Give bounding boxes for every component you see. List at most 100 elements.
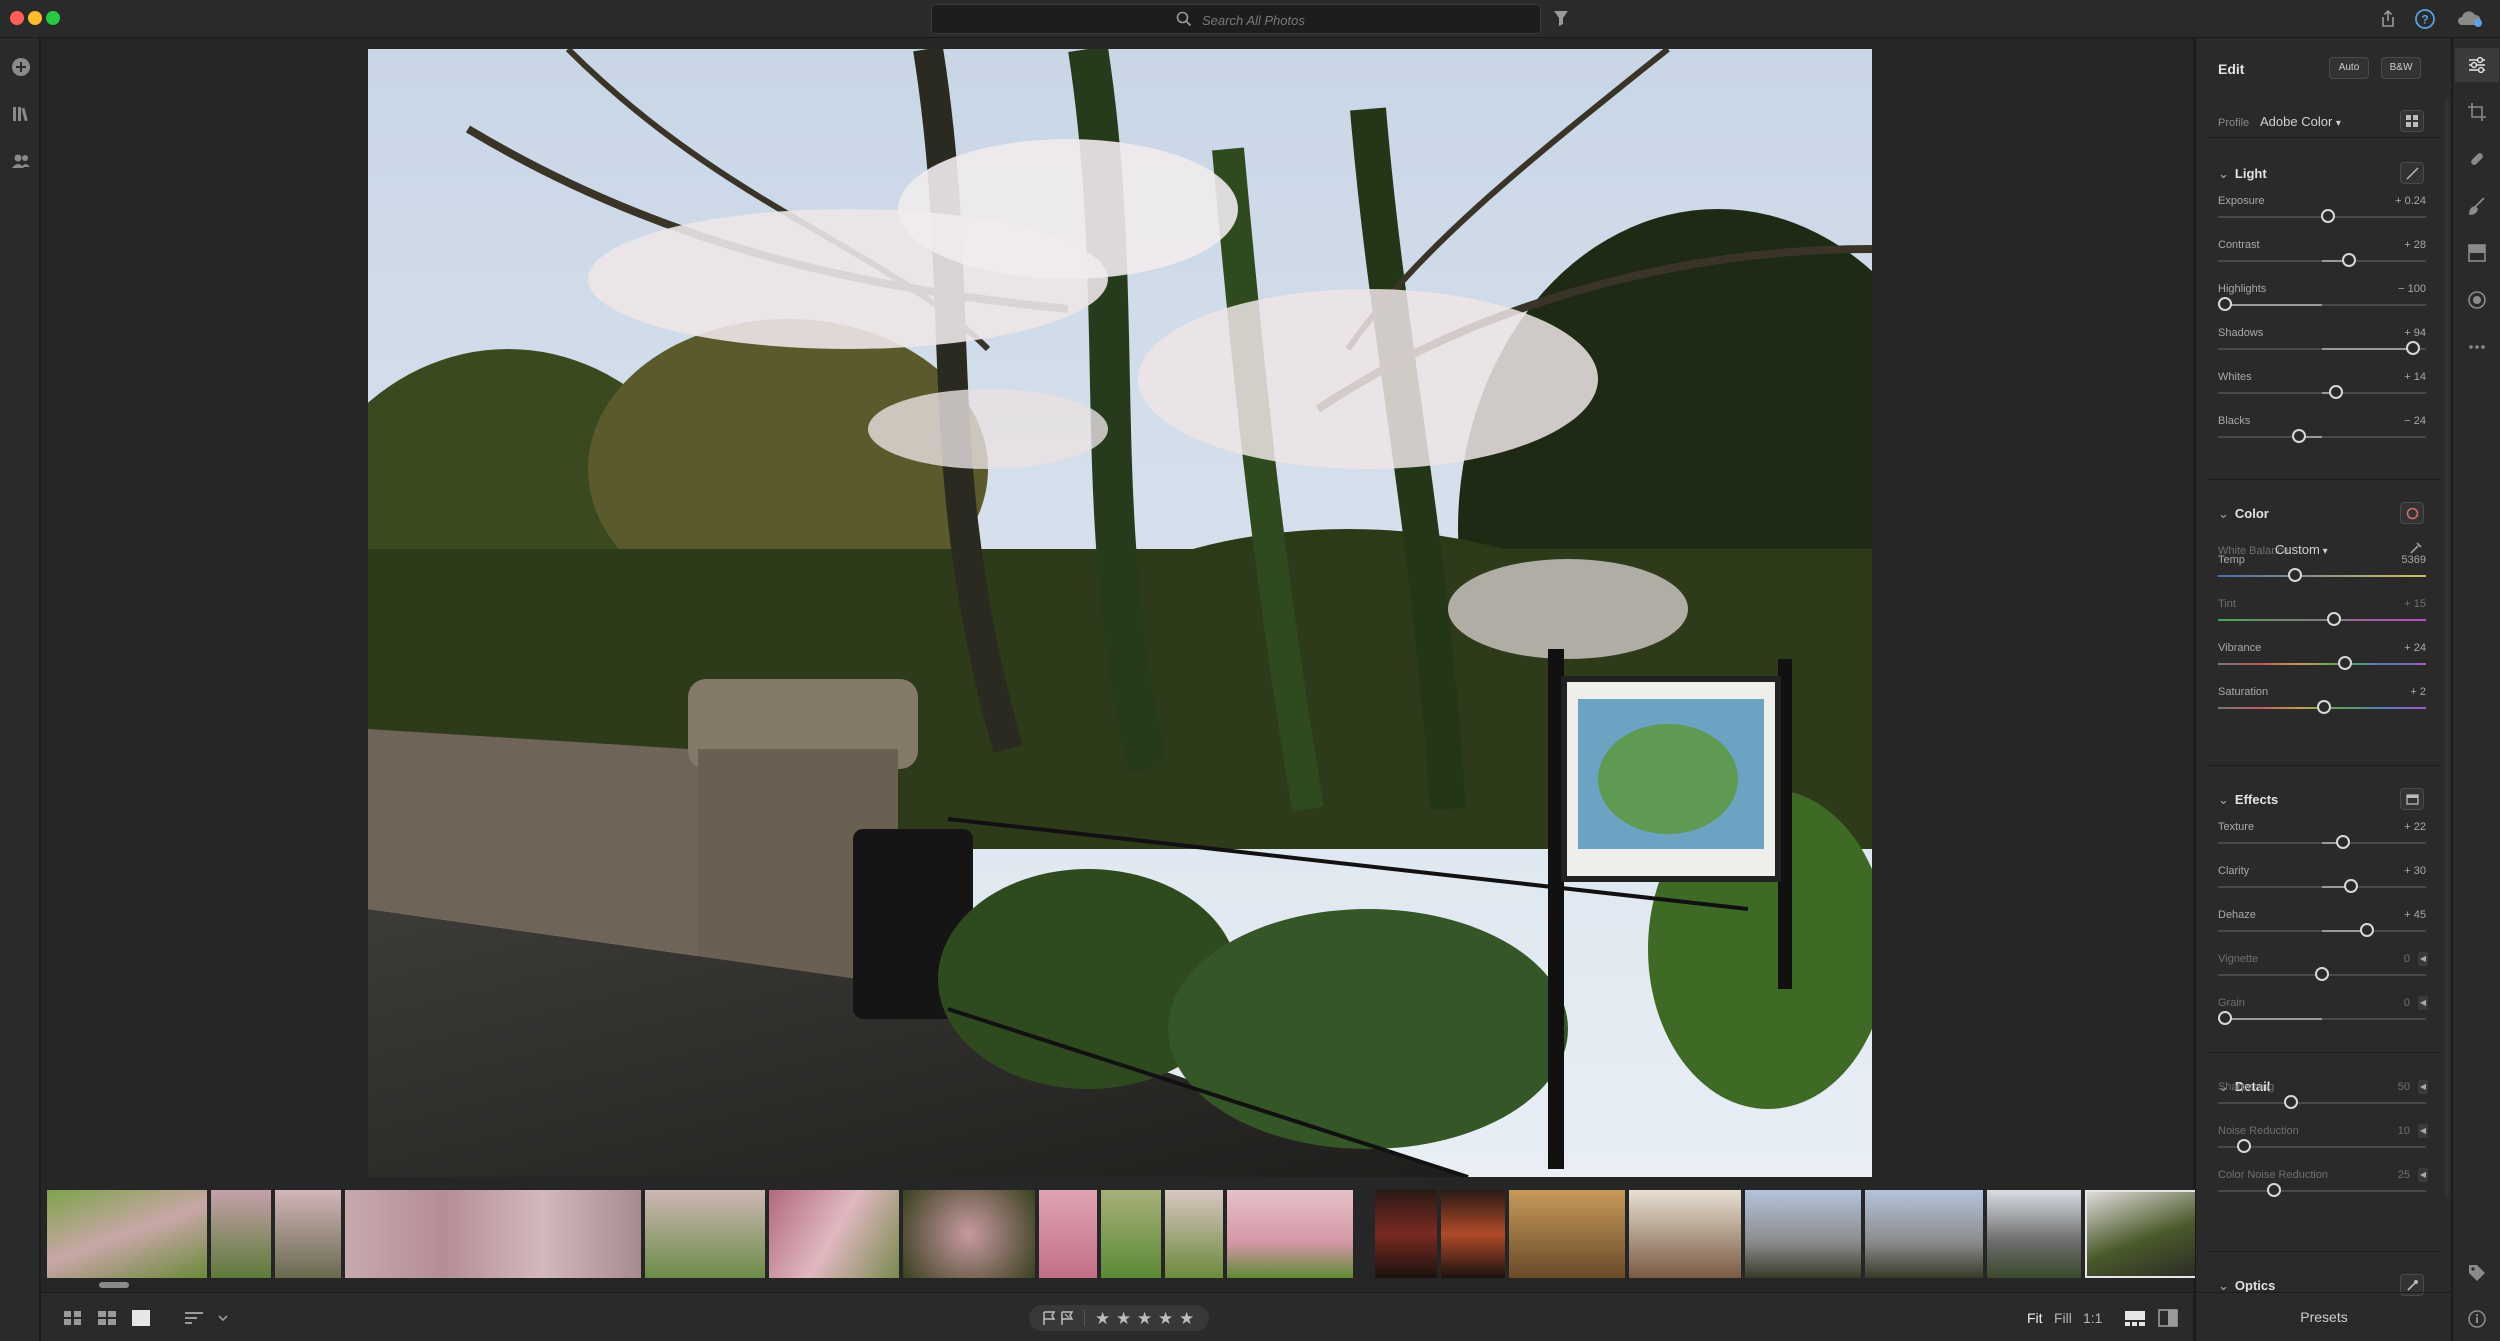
slider-value[interactable]: 0 [2350, 997, 2410, 1009]
filmstrip-thumbnail[interactable] [1165, 1190, 1223, 1278]
slider-knob[interactable] [2283, 1095, 2298, 1109]
share-icon[interactable] [2376, 7, 2400, 31]
reset-arrow-icon[interactable]: ◀ [2418, 1124, 2428, 1138]
slider-track[interactable] [2218, 619, 2426, 621]
add-photos-icon[interactable] [10, 56, 32, 78]
slider-track[interactable] [2218, 348, 2426, 350]
effects-tool-button[interactable] [2400, 788, 2424, 810]
filmstrip-thumbnail[interactable] [1629, 1190, 1741, 1278]
minimize-window-button[interactable] [28, 11, 42, 25]
filmstrip-thumbnail[interactable] [1375, 1190, 1437, 1278]
rating-star-3[interactable]: ★ [1137, 1309, 1152, 1329]
slider-track[interactable] [2218, 575, 2426, 577]
slider-knob[interactable] [2326, 612, 2341, 626]
reset-arrow-icon[interactable]: ◀ [2418, 952, 2428, 966]
slider-knob[interactable] [2266, 1183, 2281, 1197]
presets-bar[interactable]: Presets [2196, 1292, 2452, 1341]
slider-knob[interactable] [2336, 835, 2351, 849]
auto-button[interactable]: Auto [2329, 57, 2369, 79]
radial-gradient-icon[interactable] [2466, 289, 2488, 311]
section-header-color[interactable]: ⌄ Color [2218, 506, 2269, 522]
filmstrip-thumbnail[interactable] [903, 1190, 1035, 1278]
white-balance-dropdown[interactable]: Custom ▾ [2275, 542, 2328, 557]
slider-track[interactable] [2218, 436, 2426, 438]
slider-value[interactable]: + 30 [2366, 865, 2426, 877]
slider-track[interactable] [2218, 1018, 2426, 1020]
slider-value[interactable]: 25 [2350, 1169, 2410, 1181]
filmstrip-thumbnail[interactable] [1441, 1190, 1505, 1278]
slider-knob[interactable] [2320, 209, 2335, 223]
slider-knob[interactable] [2328, 385, 2343, 399]
crop-icon[interactable] [2466, 101, 2488, 123]
slider-knob[interactable] [2316, 700, 2331, 714]
slider-knob[interactable] [2218, 1011, 2232, 1025]
slider-value[interactable]: 5369 [2366, 554, 2426, 566]
slider-track[interactable] [2218, 886, 2426, 888]
slider-knob[interactable] [2344, 879, 2359, 893]
filmstrip-toggle-icon[interactable] [2124, 1309, 2146, 1327]
zoom-fit-button[interactable]: Fit [2027, 1310, 2043, 1326]
info-icon[interactable] [2466, 1308, 2488, 1330]
section-header-effects[interactable]: ⌄ Effects [2218, 792, 2278, 808]
help-icon[interactable]: ? [2413, 7, 2437, 31]
slider-knob[interactable] [2315, 967, 2329, 981]
slider-knob[interactable] [2237, 1139, 2252, 1153]
black-and-white-button[interactable]: B&W [2381, 57, 2421, 79]
chevron-down-icon[interactable] [217, 1309, 229, 1327]
slider-value[interactable]: + 28 [2366, 239, 2426, 251]
filmstrip-scrollbar[interactable] [99, 1282, 129, 1288]
rating-star-2[interactable]: ★ [1116, 1309, 1131, 1329]
reset-arrow-icon[interactable]: ◀ [2418, 1168, 2428, 1182]
rating-star-5[interactable]: ★ [1179, 1309, 1194, 1329]
filmstrip-thumbnail[interactable] [1039, 1190, 1097, 1278]
filmstrip-thumbnail[interactable] [1101, 1190, 1161, 1278]
filmstrip-thumbnail[interactable] [345, 1190, 641, 1278]
healing-brush-icon[interactable] [2466, 148, 2488, 170]
slider-value[interactable]: + 22 [2366, 821, 2426, 833]
square-grid-icon[interactable] [63, 1309, 83, 1327]
library-icon[interactable] [10, 103, 32, 125]
people-icon[interactable] [10, 150, 32, 172]
reset-arrow-icon[interactable]: ◀ [2418, 1080, 2428, 1094]
slider-value[interactable]: 10 [2350, 1125, 2410, 1137]
slider-knob[interactable] [2218, 297, 2232, 311]
rating-star-1[interactable]: ★ [1095, 1309, 1110, 1329]
more-options-icon[interactable] [2466, 336, 2488, 358]
filmstrip-thumbnail-selected[interactable] [2085, 1190, 2199, 1278]
slider-value[interactable]: 50 [2350, 1081, 2410, 1093]
filmstrip-thumbnail[interactable] [645, 1190, 765, 1278]
filmstrip-thumbnail[interactable] [275, 1190, 341, 1278]
brush-icon[interactable] [2466, 195, 2488, 217]
slider-value[interactable]: + 94 [2366, 327, 2426, 339]
slider-knob[interactable] [2291, 429, 2306, 443]
photo-grid-icon[interactable] [97, 1309, 117, 1327]
slider-value[interactable]: + 0.24 [2366, 195, 2426, 207]
close-window-button[interactable] [10, 11, 24, 25]
profile-browser-button[interactable] [2400, 110, 2424, 132]
slider-track[interactable] [2218, 663, 2426, 665]
slider-track[interactable] [2218, 930, 2426, 932]
search-field[interactable]: Search All Photos [931, 4, 1541, 34]
slider-value[interactable]: − 24 [2366, 415, 2426, 427]
slider-knob[interactable] [2287, 568, 2302, 582]
filter-icon[interactable] [1553, 9, 1569, 27]
slider-value[interactable]: 0 [2350, 953, 2410, 965]
filmstrip-thumbnail[interactable] [1227, 1190, 1353, 1278]
filmstrip-thumbnail[interactable] [769, 1190, 899, 1278]
slider-value[interactable]: + 14 [2366, 371, 2426, 383]
reset-arrow-icon[interactable]: ◀ [2418, 996, 2428, 1010]
reject-flag-icon[interactable] [1059, 1310, 1075, 1326]
color-tool-button[interactable] [2400, 502, 2424, 524]
slider-track[interactable] [2218, 304, 2426, 306]
slider-value[interactable]: + 15 [2366, 598, 2426, 610]
zoom-fill-button[interactable]: Fill [2054, 1310, 2072, 1326]
pick-flag-icon[interactable] [1041, 1310, 1057, 1326]
slider-track[interactable] [2218, 392, 2426, 394]
edit-sliders-icon[interactable] [2466, 54, 2488, 76]
filmstrip-thumbnail[interactable] [1987, 1190, 2081, 1278]
maximize-window-button[interactable] [46, 11, 60, 25]
slider-knob[interactable] [2338, 656, 2353, 670]
tag-icon[interactable] [2466, 1262, 2488, 1284]
panel-scrollbar[interactable] [2445, 98, 2449, 1198]
detail-view-icon[interactable] [131, 1309, 151, 1327]
